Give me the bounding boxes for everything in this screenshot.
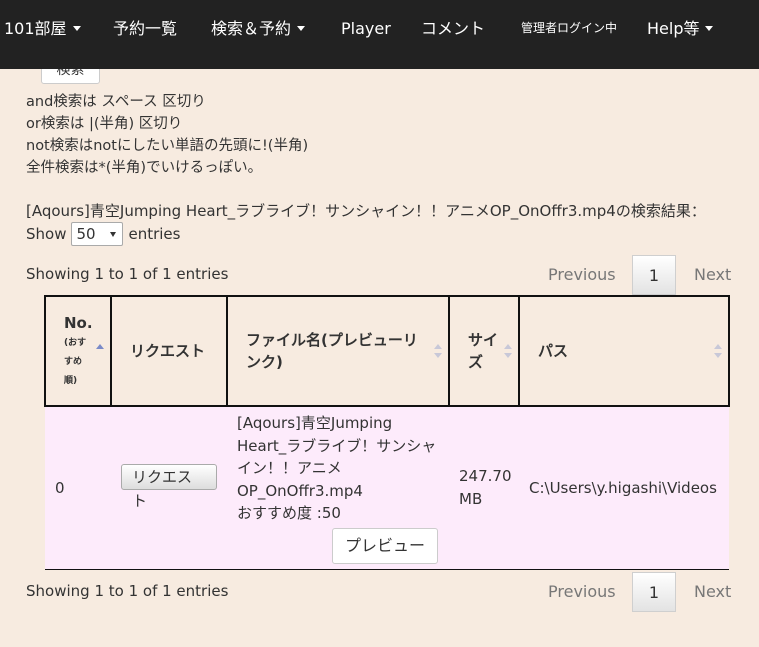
nav-search-reserve-dropdown[interactable]: 検索＆予約 (211, 0, 306, 57)
cell-path: C:\Users\y.higashi\Videos (519, 406, 729, 569)
nav-reservation-list[interactable]: 予約一覧 (113, 0, 177, 57)
column-request-label: リクエスト (130, 342, 206, 360)
help-not-search: not検索はnotにしたい単語の先頭に!(半角) (26, 138, 309, 154)
select-arrow-icon (110, 232, 117, 237)
column-header-request[interactable]: リクエスト (110, 295, 228, 407)
help-or-search: or検索は |(半角) 区切り (26, 116, 183, 132)
table-info-top: Showing 1 to 1 of 1 entries (26, 265, 229, 283)
nav-player-label: Player (341, 19, 391, 38)
nav-help-dropdown[interactable]: Help等 (647, 0, 714, 57)
page-length-select[interactable]: 50 (71, 222, 124, 246)
request-button[interactable]: リクエスト (121, 463, 217, 510)
entries-label: entries (128, 225, 181, 243)
pagination-bottom: Previous 1 Next (548, 572, 738, 612)
result-title: [Aqours]青空Jumping Heart_ラブライブ！サンシャイン！！アニ… (26, 202, 706, 220)
column-header-size[interactable]: サイズ (448, 295, 520, 407)
nav-reservation-list-label: 予約一覧 (113, 19, 178, 38)
column-header-path[interactable]: パス (518, 295, 730, 407)
cell-no: 0 (45, 406, 111, 569)
recommend-score: おすすめ度 :50 (237, 504, 341, 522)
sort-asc-icon (96, 344, 104, 358)
nav-admin-status-label: 管理者ログイン中 (521, 21, 618, 35)
page-length-control: Show 50 entries (26, 222, 180, 246)
column-header-no[interactable]: No. (おすすめ順) (44, 295, 112, 407)
help-and-search: and検索は スペース 区切り (26, 94, 206, 110)
chevron-down-icon (705, 26, 714, 31)
table-info-bottom: Showing 1 to 1 of 1 entries (26, 582, 229, 600)
chevron-down-icon (72, 26, 81, 31)
help-all-search: 全件検索は*(半角)でいけるっぽい。 (26, 160, 263, 176)
nav-search-reserve-label: 検索＆予約 (211, 19, 292, 38)
pagination-next[interactable]: Next (694, 572, 731, 612)
nav-room-label: 101部屋 (4, 19, 67, 38)
chevron-down-icon (297, 26, 306, 31)
cell-request: リクエスト (111, 406, 227, 569)
column-no-sublabel: (おすすめ順) (64, 337, 87, 386)
pagination-page-1[interactable]: 1 (632, 255, 676, 295)
column-no-label: No. (64, 313, 93, 332)
column-path-label: パス (538, 342, 569, 360)
nav-comment-label: コメント (421, 19, 486, 38)
cell-filename: [Aqours]青空Jumping Heart_ラブライブ！サンシャイン！！アニ… (227, 406, 449, 569)
nav-player[interactable]: Player (341, 0, 391, 57)
filename-text: [Aqours]青空Jumping Heart_ラブライブ！サンシャイン！！アニ… (237, 414, 437, 500)
sort-icon (714, 344, 722, 358)
pagination-top: Previous 1 Next (548, 255, 738, 295)
nav-room-dropdown[interactable]: 101部屋 (4, 0, 81, 57)
pagination-page-1[interactable]: 1 (632, 572, 676, 612)
page-length-value: 50 (76, 225, 96, 243)
column-filename-label: ファイル名(プレビューリンク) (246, 331, 418, 371)
sort-icon (504, 344, 512, 358)
cell-size: 247.70 MB (449, 406, 519, 569)
results-table: No. (おすすめ順) リクエスト ファイル名(プレビューリンク) サイズ パス (44, 295, 730, 570)
nav-help-label: Help等 (647, 19, 700, 38)
top-navbar: 101部屋 予約一覧 検索＆予約 Player コメント 管理者ログイン中 He… (0, 0, 759, 69)
pagination-previous[interactable]: Previous (548, 572, 616, 612)
show-label: Show (26, 225, 67, 243)
nav-comment[interactable]: コメント (421, 0, 485, 57)
sort-icon (434, 344, 442, 358)
pagination-previous[interactable]: Previous (548, 255, 616, 295)
pagination-next[interactable]: Next (694, 255, 731, 295)
column-size-label: サイズ (468, 331, 499, 371)
preview-button[interactable]: プレビュー (332, 527, 438, 564)
table-row: 0 リクエスト [Aqours]青空Jumping Heart_ラブライブ！サン… (45, 406, 729, 569)
nav-admin-status[interactable]: 管理者ログイン中 (521, 0, 617, 57)
column-header-filename[interactable]: ファイル名(プレビューリンク) (226, 295, 450, 407)
